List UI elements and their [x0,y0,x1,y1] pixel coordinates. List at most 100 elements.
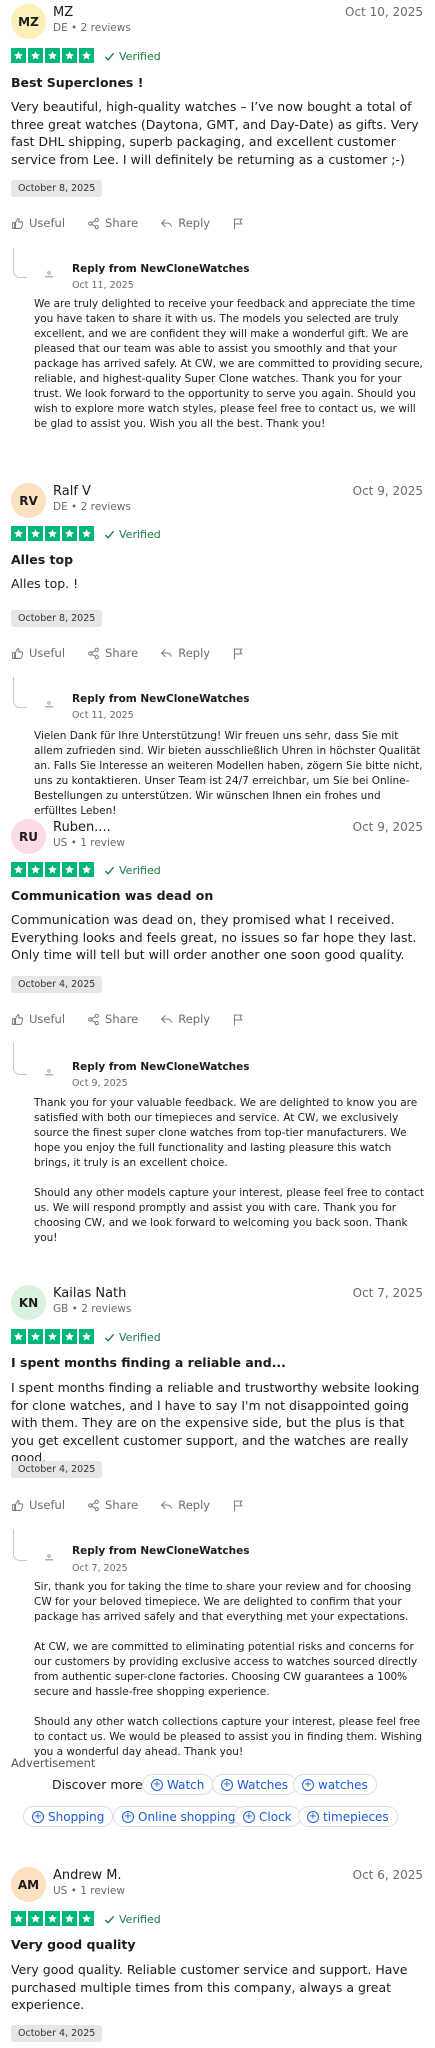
verified-badge[interactable]: Verified [104,1913,161,1926]
reviewer-name[interactable]: Ruben.... [53,820,111,835]
reply-paragraph: Should any other models capture your int… [34,1187,425,1244]
reply-label: Reply [178,216,211,230]
useful-label: Useful [29,1498,66,1512]
reply-connector [13,1043,27,1075]
star-icon [79,526,94,541]
verified-badge[interactable]: Verified [104,1331,161,1344]
report-button[interactable] [232,1499,245,1512]
reply-icon [161,1014,173,1023]
star-icon [45,1911,60,1926]
plus-icon: + [221,1778,233,1791]
star-icon [45,48,60,63]
share-icon [88,1013,99,1025]
useful-button[interactable]: Useful [11,1498,65,1512]
review-body: Very beautiful, high-quality watches – I… [11,99,419,167]
review-title[interactable]: Communication was dead on [11,888,213,903]
share-icon [88,647,99,659]
review-title[interactable]: I spent months finding a reliable and... [11,1355,286,1370]
reviewer-meta: US • 1 review [53,837,125,849]
reply-button[interactable]: Reply [160,1012,210,1026]
check-icon [104,1915,115,1924]
verified-badge[interactable]: Verified [104,864,161,877]
ad-pill-watches-lower[interactable]: + watches [293,1774,377,1795]
reply-label: Reply [178,1498,211,1512]
reply-icon [161,648,173,657]
reviewer-name[interactable]: Ralf V [53,484,91,499]
report-button[interactable] [232,217,245,230]
review-title[interactable]: Very good quality [11,1937,136,1952]
review-date: Oct 9, 2025 [352,820,423,834]
reviewer-name[interactable]: MZ [53,5,73,20]
ad-pill-clock[interactable]: + Clock [234,1806,301,1827]
useful-button[interactable]: Useful [11,646,65,660]
ad-pill-shopping[interactable]: + Shopping [23,1806,114,1827]
ad-pill-watches[interactable]: + Watches [212,1774,297,1795]
ad-pill-timepieces[interactable]: + timepieces [298,1806,398,1827]
star-icon [79,1329,94,1344]
pill-label: watches [318,1777,368,1792]
reply-connector [13,1529,27,1561]
pill-label: Online shopping [138,1809,236,1824]
reviewer-meta: US • 1 review [53,1885,125,1897]
reviewer-name[interactable]: Andrew M. [53,1868,122,1883]
report-button[interactable] [232,647,245,660]
reply-label: Reply [178,1012,211,1026]
useful-button[interactable]: Useful [11,216,65,230]
share-label: Share [105,1012,139,1026]
verified-badge[interactable]: Verified [104,50,161,63]
reply-from: Reply from NewCloneWatches [72,263,250,275]
reply-button[interactable]: Reply [160,1498,210,1512]
report-button[interactable] [232,1013,245,1026]
useful-button[interactable]: Useful [11,1012,65,1026]
avatar[interactable]: RU [11,819,46,854]
share-button[interactable]: Share [87,1012,138,1026]
verified-label: Verified [119,1913,161,1926]
flag-icon [234,648,243,659]
review-body: Alles top. ! [11,576,79,591]
avatar[interactable]: RV [11,483,46,518]
review-title[interactable]: Alles top [11,552,73,567]
avatar[interactable]: MZ [11,4,46,39]
star-icon [11,48,26,63]
star-icon [79,862,94,877]
reply-from: Reply from NewCloneWatches [72,1061,250,1073]
reply-icon [161,218,173,227]
plus-icon: + [307,1810,319,1823]
reply-icon [161,1500,173,1509]
review-title[interactable]: Best Superclones ! [11,75,143,90]
useful-label: Useful [29,216,66,230]
verified-badge[interactable]: Verified [104,528,161,541]
share-icon [88,1499,99,1511]
flag-icon [234,1500,243,1511]
plus-icon: + [243,1810,255,1823]
star-icon [62,1329,77,1344]
star-icon [62,1911,77,1926]
useful-label: Useful [29,1012,66,1026]
share-button[interactable]: Share [87,1498,138,1512]
ad-pill-watch[interactable]: + Watch [142,1774,214,1795]
experience-date: October 8, 2025 [11,610,103,627]
reply-button[interactable]: Reply [160,646,210,660]
check-icon [104,530,115,539]
star-icon [62,862,77,877]
plus-icon: + [32,1810,44,1823]
star-icon [62,48,77,63]
share-button[interactable]: Share [87,646,138,660]
review-date: Oct 9, 2025 [352,484,423,498]
share-button[interactable]: Share [87,216,138,230]
reply-button[interactable]: Reply [160,216,210,230]
reviewer-meta: DE • 2 reviews [53,501,131,513]
ad-pill-online-shopping[interactable]: + Online shopping [113,1806,245,1827]
star-icon [45,862,60,877]
check-icon [104,866,115,875]
experience-date: October 4, 2025 [11,2025,103,2042]
reply-text: Vielen Dank für Ihre Unterstützung! Wir … [34,729,426,834]
reviewer-name[interactable]: Kailas Nath [53,1286,126,1301]
reply-date: Oct 9, 2025 [72,1078,128,1089]
plus-icon: + [151,1778,163,1791]
flag-icon [234,1014,243,1025]
experience-date: October 4, 2025 [11,976,103,993]
useful-label: Useful [29,646,66,660]
avatar[interactable]: AM [11,1867,46,1902]
avatar[interactable]: KN [11,1285,46,1320]
